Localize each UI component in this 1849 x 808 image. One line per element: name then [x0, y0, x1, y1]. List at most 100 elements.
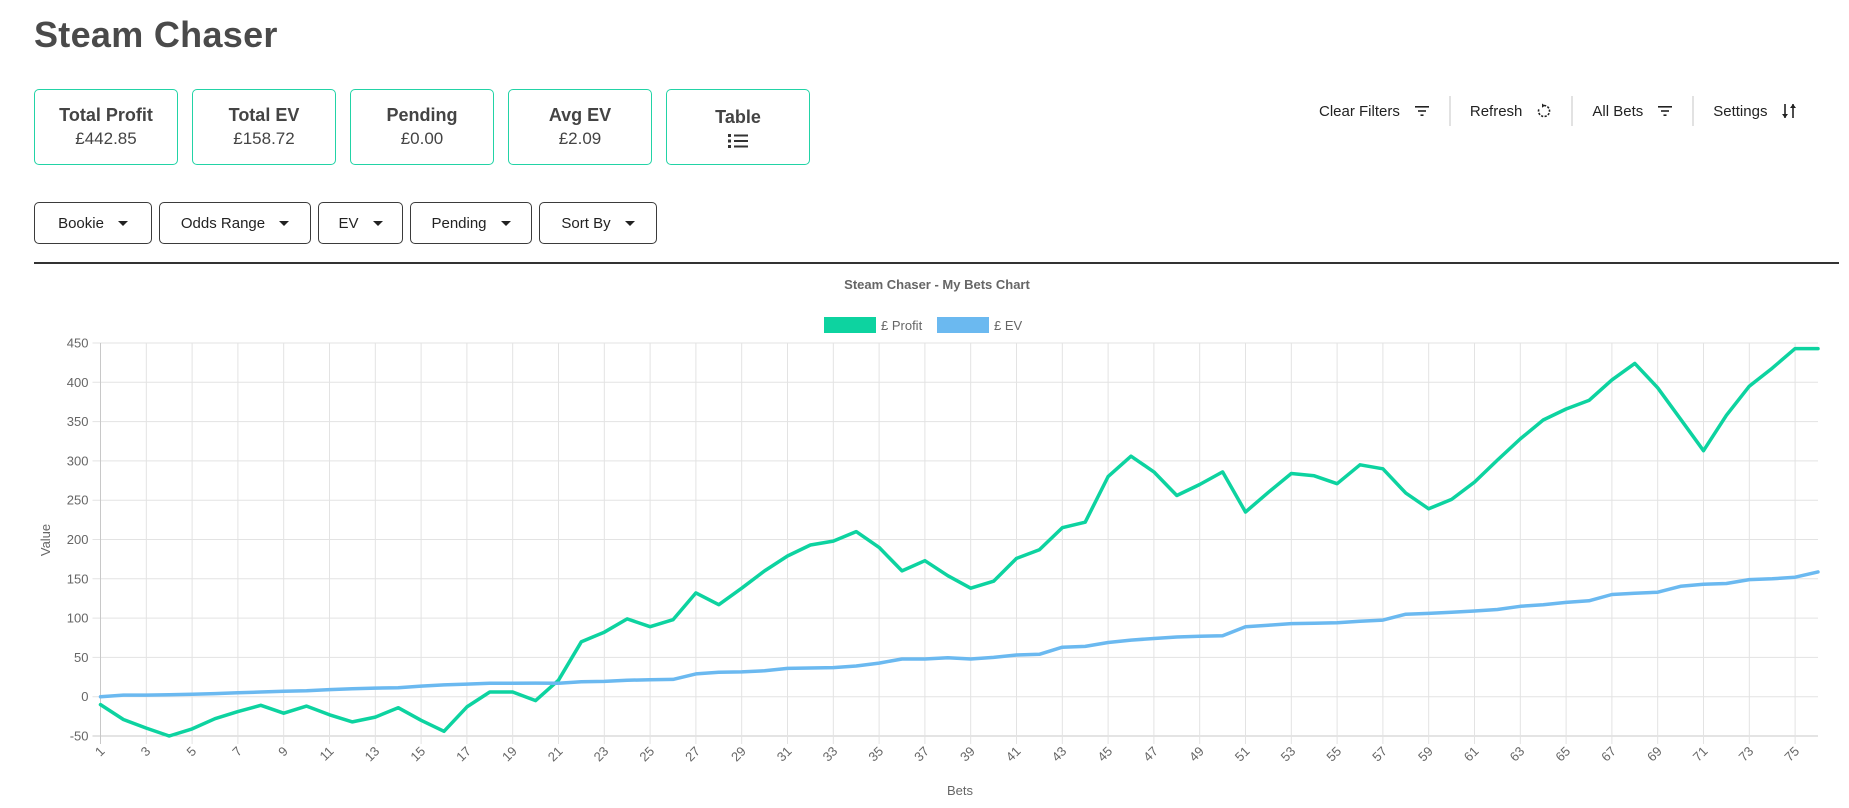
clear-filters-button[interactable]: Clear Filters — [1319, 96, 1430, 126]
x-tick-label: 7 — [229, 744, 245, 760]
settings-label: Settings — [1713, 102, 1768, 120]
toolbar-separator — [1571, 96, 1574, 126]
x-tick-label: 45 — [1094, 744, 1115, 765]
total-ev-card[interactable]: Total EV £158.72 — [192, 89, 336, 165]
ev-legend-swatch — [937, 317, 989, 333]
total-profit-card[interactable]: Total Profit £442.85 — [34, 89, 178, 165]
x-tick-label: 71 — [1690, 744, 1711, 765]
y-axis-title: Value — [38, 524, 53, 556]
settings-button[interactable]: Settings — [1713, 96, 1797, 126]
x-tick-label: 41 — [1003, 744, 1024, 765]
clear-filters-label: Clear Filters — [1319, 102, 1400, 120]
filter-bar: Bookie Odds Range EV Pending Sort By — [34, 202, 657, 244]
y-tick-label: 350 — [67, 414, 89, 429]
chart-title: Steam Chaser - My Bets Chart — [844, 277, 1030, 292]
dropdown-label: Bookie — [58, 214, 104, 232]
x-tick-label: 51 — [1232, 744, 1253, 765]
all-bets-label: All Bets — [1592, 102, 1644, 120]
x-tick-label: 73 — [1736, 744, 1757, 765]
page-title: Steam Chaser — [34, 14, 278, 55]
card-value: £2.09 — [558, 129, 602, 148]
chart-grid — [92, 342, 1818, 744]
x-tick-label: 15 — [407, 744, 428, 765]
x-axis-ticks: 1 3 5 7 9 11 13 15 17 19 21 23 25 27 29 31 33 35 37 39 41 43 4… — [92, 744, 1802, 765]
profit-series-line — [98, 346, 1820, 738]
caret-down-icon — [624, 220, 635, 226]
filter-icon — [1658, 106, 1673, 116]
pending-card[interactable]: Pending £0.00 — [350, 89, 494, 165]
x-tick-label: 37 — [911, 744, 932, 765]
toolbar-separator — [1448, 96, 1451, 126]
x-tick-label: 23 — [591, 744, 612, 765]
x-tick-label: 75 — [1781, 744, 1802, 765]
profit-legend-swatch — [824, 317, 876, 333]
y-tick-label: 150 — [67, 571, 89, 586]
x-tick-label: 9 — [275, 744, 291, 760]
summary-cards: Total Profit £442.85 Total EV £158.72 Pe… — [34, 89, 810, 165]
section-divider — [34, 262, 1839, 264]
x-tick-label: 5 — [183, 744, 199, 760]
x-tick-label: 53 — [1278, 744, 1299, 765]
legend-item: £ EV — [937, 317, 1023, 333]
x-tick-label: 19 — [499, 744, 520, 765]
dropdown-label: Pending — [431, 214, 487, 232]
x-tick-label: 25 — [636, 744, 657, 765]
pending-dropdown[interactable]: Pending — [410, 202, 532, 244]
x-tick-label: 27 — [682, 744, 703, 765]
y-tick-label: 400 — [67, 375, 89, 390]
y-tick-label: -50 — [70, 729, 89, 744]
refresh-icon — [1538, 103, 1551, 118]
refresh-button[interactable]: Refresh — [1470, 96, 1553, 126]
y-tick-label: 450 — [67, 336, 89, 351]
chart-legend: £ Profit £ EV — [824, 317, 1023, 333]
list-icon — [728, 134, 748, 148]
card-value: £158.72 — [233, 129, 295, 148]
card-label: Table — [715, 107, 761, 127]
x-tick-label: 57 — [1369, 744, 1390, 765]
caret-down-icon — [279, 220, 290, 226]
filter-icon — [1414, 106, 1429, 116]
x-tick-label: 69 — [1644, 744, 1665, 765]
card-label: Pending — [386, 105, 458, 125]
x-tick-label: 35 — [865, 744, 886, 765]
toolbar: Clear Filters Refresh All Bets Settings — [1319, 96, 1797, 126]
ev-dropdown[interactable]: EV — [318, 202, 403, 244]
bets-chart: Steam Chaser - My Bets Chart £ Profit £ E… — [38, 277, 1820, 798]
y-tick-label: 100 — [67, 611, 89, 626]
dropdown-label: Sort By — [561, 214, 611, 232]
refresh-label: Refresh — [1469, 102, 1523, 120]
dropdown-label: Odds Range — [180, 214, 266, 232]
x-tick-label: 29 — [728, 744, 749, 765]
x-tick-label: 47 — [1140, 744, 1161, 765]
x-tick-label: 49 — [1186, 744, 1207, 765]
y-tick-label: 0 — [81, 689, 88, 704]
odds-range-dropdown[interactable]: Odds Range — [159, 202, 311, 244]
x-tick-label: 55 — [1323, 744, 1344, 765]
y-tick-label: 200 — [67, 532, 89, 547]
card-value: £442.85 — [75, 129, 137, 148]
x-tick-label: 33 — [820, 744, 841, 765]
x-tick-label: 59 — [1415, 744, 1436, 765]
legend-label: £ EV — [994, 318, 1023, 333]
card-label: Total EV — [228, 105, 300, 125]
dropdown-label: EV — [338, 214, 359, 232]
sort-icon — [1782, 104, 1797, 118]
caret-down-icon — [117, 220, 128, 226]
all-bets-button[interactable]: All Bets — [1592, 96, 1673, 126]
ev-series-line — [98, 570, 1820, 699]
toolbar-separator — [1692, 96, 1695, 126]
legend-label: £ Profit — [881, 318, 923, 333]
y-tick-label: 300 — [67, 453, 89, 468]
x-tick-label: 17 — [453, 744, 474, 765]
card-label: Total Profit — [59, 105, 153, 125]
x-tick-label: 61 — [1461, 744, 1482, 765]
card-label: Avg EV — [548, 105, 612, 125]
bookie-dropdown[interactable]: Bookie — [34, 202, 152, 244]
avg-ev-card[interactable]: Avg EV £2.09 — [508, 89, 652, 165]
caret-down-icon — [500, 220, 511, 226]
x-tick-label: 13 — [362, 744, 383, 765]
x-axis-title: Bets — [947, 783, 974, 798]
sort-by-dropdown[interactable]: Sort By — [539, 202, 657, 244]
table-view-button[interactable]: Table — [666, 89, 810, 165]
caret-down-icon — [372, 220, 383, 226]
